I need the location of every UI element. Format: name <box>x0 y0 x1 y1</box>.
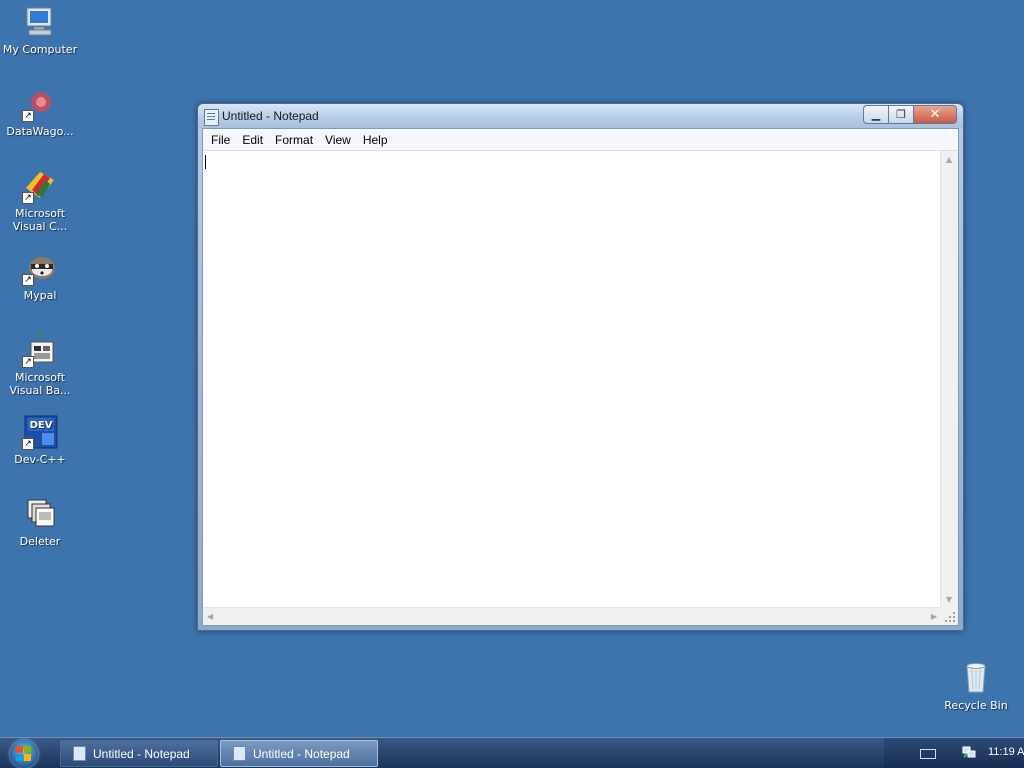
deleter-icon <box>22 496 58 532</box>
maximize-icon: ❐ <box>896 108 906 121</box>
recycle-bin-icon <box>958 660 994 696</box>
desktop-icon-label: Microsoft Visual Ba... <box>9 371 71 397</box>
horizontal-scrollbar[interactable]: ◀ ▶ <box>203 607 941 625</box>
computer-icon <box>22 4 58 40</box>
desktop-icon-deleter[interactable]: Deleter <box>0 496 80 548</box>
notepad-icon <box>233 746 246 761</box>
taskbar: Untitled - Notepad Untitled - Notepad 11… <box>0 737 1024 768</box>
scroll-right-icon[interactable]: ▶ <box>931 612 937 621</box>
clock[interactable]: 11:19 AM <box>988 746 1024 758</box>
desktop-icon-recycle-bin[interactable]: Recycle Bin <box>936 660 1016 712</box>
caption-buttons: ▁ ❐ ✕ <box>863 105 957 124</box>
desktop-icon-my-computer[interactable]: My Computer <box>0 4 80 56</box>
scroll-left-icon[interactable]: ◀ <box>207 612 213 621</box>
taskbar-button-notepad-2[interactable]: Untitled - Notepad <box>220 740 378 767</box>
notepad-icon <box>73 746 86 761</box>
menu-format[interactable]: Format <box>269 133 319 147</box>
desktop-icon-label: DataWago... <box>6 125 74 138</box>
taskbar-button-label: Untitled - Notepad <box>253 746 350 761</box>
resize-grip-icon <box>945 612 955 622</box>
windows-start-icon <box>16 746 31 761</box>
menu-view[interactable]: View <box>319 133 357 147</box>
menu-help[interactable]: Help <box>357 133 394 147</box>
network-icon[interactable] <box>962 745 976 759</box>
minimize-icon: ▁ <box>871 108 881 121</box>
visual-basic-icon: ↗ <box>22 332 58 368</box>
desktop-icon-visual-cpp[interactable]: ↗ Microsoft Visual C... <box>0 168 80 233</box>
shortcut-arrow-icon: ↗ <box>22 438 34 450</box>
menu-file[interactable]: File <box>205 133 236 147</box>
taskbar-button-notepad-1[interactable]: Untitled - Notepad <box>60 740 218 767</box>
menu-edit[interactable]: Edit <box>236 133 269 147</box>
desktop-icon-label: Microsoft Visual C... <box>12 207 68 233</box>
desktop-icon-visual-basic[interactable]: ↗ Microsoft Visual Ba... <box>0 332 80 397</box>
shortcut-arrow-icon: ↗ <box>22 356 34 368</box>
mypal-icon: ↗ <box>22 250 58 286</box>
system-tray: 11:19 AM <box>884 738 1024 768</box>
maximize-button[interactable]: ❐ <box>888 105 914 124</box>
desktop-icon-label: Dev-C++ <box>14 453 66 466</box>
text-caret <box>205 155 206 169</box>
keyboard-icon[interactable] <box>920 749 936 759</box>
dev-cpp-icon: DEV ↗ <box>22 414 58 450</box>
scroll-down-icon[interactable]: ▼ <box>946 595 952 604</box>
start-button[interactable] <box>10 740 38 768</box>
close-button[interactable]: ✕ <box>913 105 957 124</box>
shortcut-arrow-icon: ↗ <box>22 110 34 122</box>
notepad-icon <box>204 109 219 126</box>
datawagon-icon: ↗ <box>22 86 58 122</box>
minimize-button[interactable]: ▁ <box>863 105 889 124</box>
close-icon: ✕ <box>929 107 941 122</box>
desktop-icon-datawagon[interactable]: ↗ DataWago... <box>0 86 80 138</box>
desktop-icon-label: Deleter <box>19 535 61 548</box>
desktop-icon-mypal[interactable]: ↗ Mypal <box>0 250 80 302</box>
taskbar-button-label: Untitled - Notepad <box>93 746 190 761</box>
vertical-scrollbar[interactable]: ▲ ▼ <box>940 151 958 608</box>
desktop-icon-label: Recycle Bin <box>944 699 1008 712</box>
visual-cpp-icon: ↗ <box>22 168 58 204</box>
notepad-window[interactable]: Untitled - Notepad ▁ ❐ ✕ File Edit Forma… <box>197 103 964 631</box>
notepad-client: File Edit Format View Help ▲ ▼ ◀ ▶ <box>202 128 959 626</box>
title-bar[interactable]: Untitled - Notepad ▁ ❐ ✕ <box>198 104 963 128</box>
window-title: Untitled - Notepad <box>222 109 319 123</box>
svg-text:DEV: DEV <box>30 420 53 431</box>
menu-bar: File Edit Format View Help <box>203 129 958 151</box>
shortcut-arrow-icon: ↗ <box>22 192 34 204</box>
desktop-icon-label: My Computer <box>2 43 78 56</box>
text-editor[interactable] <box>203 151 941 608</box>
desktop-icon-dev-cpp[interactable]: DEV ↗ Dev-C++ <box>0 414 80 466</box>
scroll-up-icon[interactable]: ▲ <box>946 155 952 164</box>
size-grip[interactable] <box>941 608 958 625</box>
desktop-icon-label: Mypal <box>23 289 57 302</box>
shortcut-arrow-icon: ↗ <box>22 274 34 286</box>
